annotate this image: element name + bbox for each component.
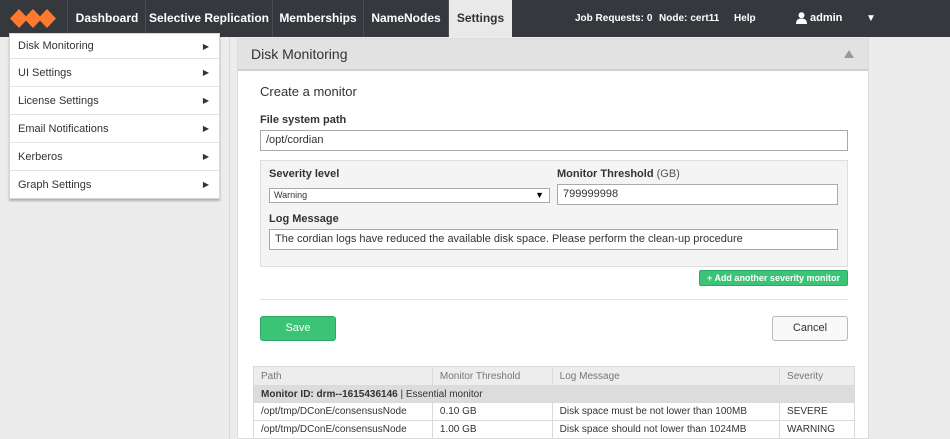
- cell-severity: WARNING: [779, 420, 855, 439]
- chevron-right-icon: ▶: [202, 180, 209, 189]
- triangle-up-icon[interactable]: [844, 50, 854, 58]
- tab-selective-replication[interactable]: Selective Replication: [146, 0, 273, 37]
- table-row[interactable]: /opt/tmp/DConE/consensusNode 1.00 GB Dis…: [253, 420, 855, 439]
- table-group-row: Monitor ID: drm--1615436146 | Essential …: [253, 385, 855, 403]
- cell-severity: SEVERE: [779, 402, 855, 421]
- chevron-right-icon: ▶: [202, 96, 209, 105]
- chevron-right-icon: ▶: [202, 152, 209, 161]
- chevron-right-icon: ▶: [202, 124, 209, 133]
- severity-select[interactable]: Warning ▼: [269, 188, 550, 203]
- settings-sidebar: Disk Monitoring ▶ UI Settings ▶ License …: [9, 33, 220, 199]
- node-status: Node:cert11-: [659, 0, 719, 37]
- threshold-label-text: Monitor Threshold: [557, 168, 654, 180]
- tab-namenodes[interactable]: NameNodes: [364, 0, 449, 37]
- sidebar-item-ui-settings[interactable]: UI Settings ▶: [10, 59, 219, 87]
- save-button[interactable]: Save: [260, 316, 336, 341]
- sidebar-item-label: License Settings: [18, 95, 99, 107]
- sidebar-item-kerberos[interactable]: Kerberos ▶: [10, 143, 219, 171]
- caret-down-icon: ▼: [535, 190, 544, 200]
- column-header-severity[interactable]: Severity: [779, 366, 855, 386]
- sidebar-item-label: Disk Monitoring: [18, 40, 94, 52]
- cell-threshold: 1.00 GB: [431, 420, 553, 439]
- severity-label: Severity level: [269, 168, 340, 180]
- user-name: admin: [810, 12, 843, 24]
- job-requests-label: Job Requests:: [575, 13, 644, 24]
- cell-message: Disk space must be not lower than 100MB: [551, 402, 781, 421]
- column-header-threshold[interactable]: Monitor Threshold: [431, 366, 553, 386]
- node-label: Node:: [659, 13, 688, 24]
- threshold-unit: (GB): [656, 168, 680, 180]
- cell-path: /opt/tmp/DConE/consensusNode: [253, 420, 433, 439]
- panel-title: Disk Monitoring: [251, 46, 348, 62]
- monitor-id: Monitor ID: drm--1615436146: [261, 388, 398, 400]
- log-message-input[interactable]: The cordian logs have reduced the availa…: [269, 229, 838, 250]
- threshold-input[interactable]: 799999998: [557, 184, 838, 205]
- content-divider: [229, 37, 230, 439]
- severity-monitor-box: Severity level Warning ▼ Monitor Thresho…: [260, 160, 848, 267]
- monitors-table: Path Monitor Threshold Log Message Sever…: [253, 366, 855, 439]
- column-header-log-message[interactable]: Log Message: [551, 366, 781, 386]
- user-icon: [796, 12, 807, 25]
- form-separator: [260, 299, 848, 300]
- form-title: Create a monitor: [260, 84, 357, 99]
- job-requests-status[interactable]: Job Requests: 0: [575, 0, 652, 37]
- disk-monitoring-panel: Disk Monitoring Create a monitor File sy…: [237, 38, 869, 439]
- cell-message: Disk space should not lower than 1024MB: [551, 420, 781, 439]
- column-header-path[interactable]: Path: [253, 366, 433, 386]
- tab-memberships[interactable]: Memberships: [273, 0, 364, 37]
- path-input[interactable]: /opt/cordian: [260, 130, 848, 151]
- monitor-group-cell: Monitor ID: drm--1615436146 | Essential …: [253, 385, 855, 403]
- sidebar-item-email-notifications[interactable]: Email Notifications ▶: [10, 115, 219, 143]
- chevron-right-icon: ▶: [202, 68, 209, 77]
- log-message-label: Log Message: [269, 213, 339, 225]
- add-severity-monitor-button[interactable]: + Add another severity monitor: [699, 270, 848, 286]
- job-requests-value: 0: [646, 13, 653, 24]
- sidebar-item-license-settings[interactable]: License Settings ▶: [10, 87, 219, 115]
- sidebar-item-label: Kerberos: [18, 151, 63, 163]
- sidebar-item-label: UI Settings: [18, 67, 72, 79]
- cancel-button[interactable]: Cancel: [772, 316, 848, 341]
- node-value: cert11-: [690, 13, 719, 24]
- cell-threshold: 0.10 GB: [431, 402, 553, 421]
- help-link[interactable]: Help: [734, 0, 756, 37]
- monitor-group-suffix: | Essential monitor: [400, 388, 483, 400]
- tab-dashboard[interactable]: Dashboard: [69, 0, 146, 37]
- sidebar-item-label: Email Notifications: [18, 123, 109, 135]
- caret-down-icon[interactable]: ▼: [866, 0, 876, 37]
- app-logo[interactable]: [0, 0, 68, 37]
- path-label: File system path: [260, 114, 347, 126]
- sidebar-item-graph-settings[interactable]: Graph Settings ▶: [10, 171, 219, 199]
- tab-settings[interactable]: Settings: [449, 0, 512, 37]
- sidebar-item-disk-monitoring[interactable]: Disk Monitoring ▶: [10, 34, 219, 59]
- severity-selected-value: Warning: [274, 190, 308, 200]
- logo-icon: [10, 9, 56, 28]
- cell-path: /opt/tmp/DConE/consensusNode: [253, 402, 433, 421]
- table-header-row: Path Monitor Threshold Log Message Sever…: [253, 366, 855, 386]
- chevron-right-icon: ▶: [202, 42, 209, 51]
- top-navbar: Dashboard Selective Replication Membersh…: [0, 0, 950, 37]
- sidebar-item-label: Graph Settings: [18, 179, 92, 191]
- table-row[interactable]: /opt/tmp/DConE/consensusNode 0.10 GB Dis…: [253, 402, 855, 421]
- user-menu[interactable]: admin: [796, 0, 842, 37]
- threshold-label: Monitor Threshold (GB): [557, 168, 680, 180]
- panel-header[interactable]: Disk Monitoring: [238, 39, 868, 71]
